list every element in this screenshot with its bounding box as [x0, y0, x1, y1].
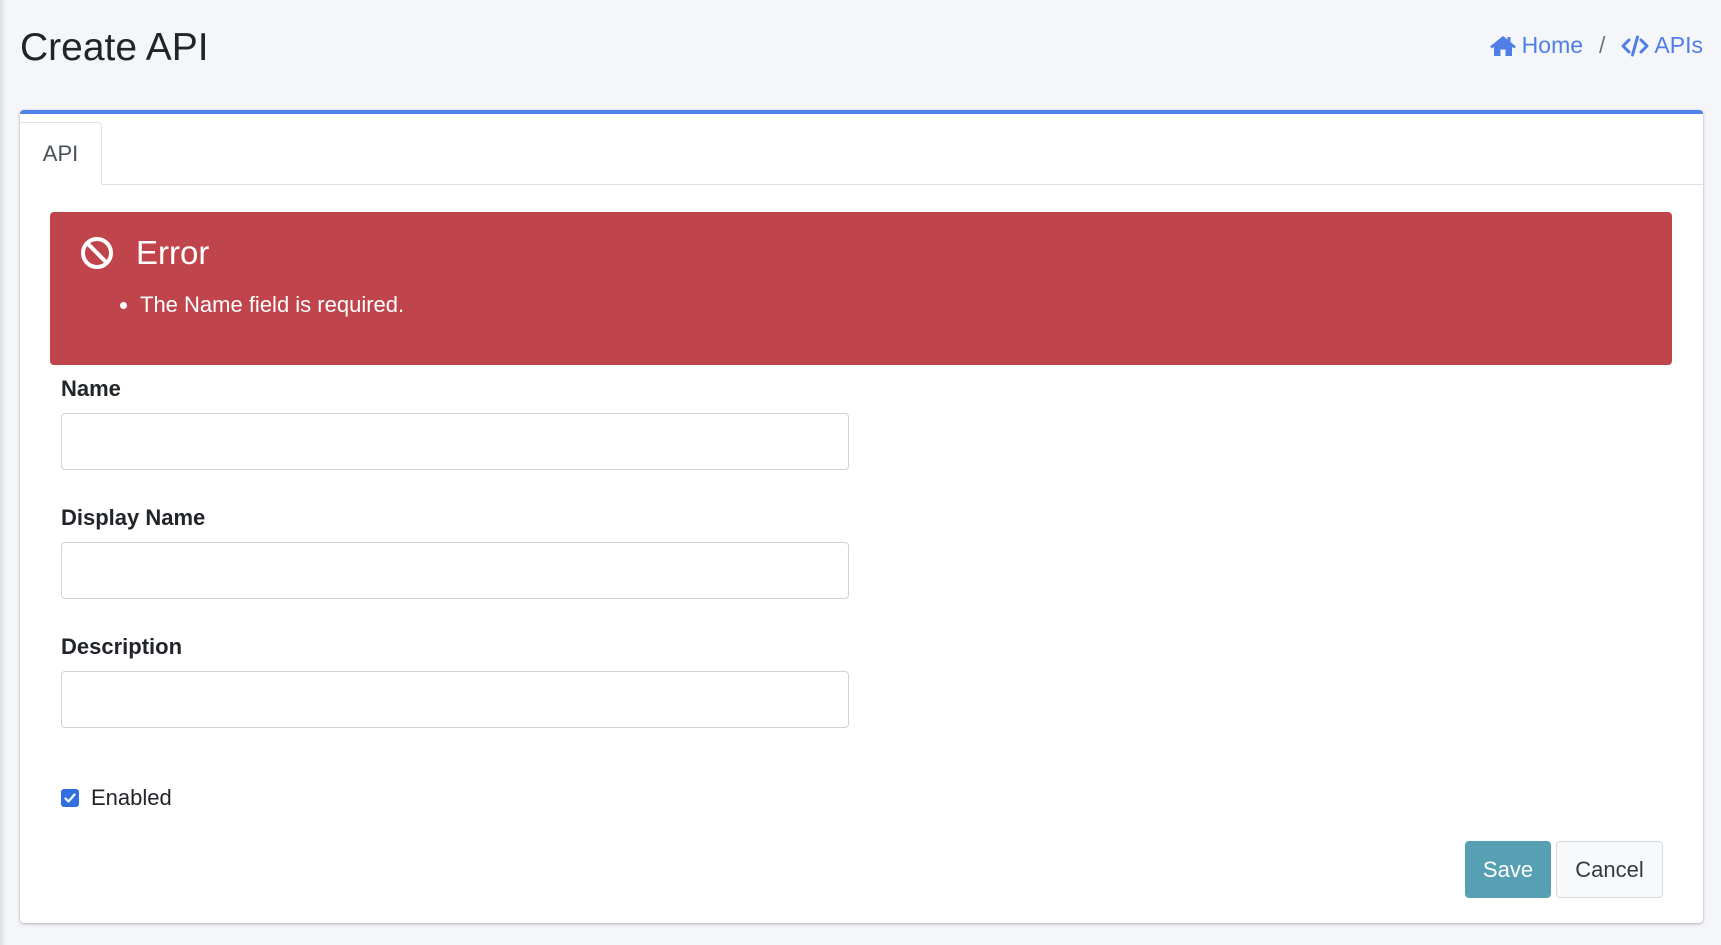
- breadcrumb-separator: /: [1599, 32, 1606, 58]
- description-form-group: Description: [61, 634, 849, 728]
- tab-api[interactable]: API: [20, 122, 102, 185]
- name-form-group: Name: [61, 376, 849, 470]
- name-label: Name: [61, 376, 121, 401]
- alert-heading-text: Error: [136, 234, 210, 271]
- breadcrumb-home-label: Home: [1521, 32, 1584, 58]
- page-title: Create API: [20, 26, 209, 69]
- breadcrumb-apis-link[interactable]: APIs: [1621, 32, 1703, 59]
- breadcrumb-home-link[interactable]: Home: [1489, 32, 1583, 59]
- alert-message-list: The Name field is required.: [112, 292, 404, 318]
- enabled-label: Enabled: [91, 785, 172, 810]
- display-name-form-group: Display Name: [61, 505, 849, 599]
- cancel-button[interactable]: Cancel: [1556, 841, 1663, 898]
- check-icon: [64, 793, 76, 803]
- breadcrumb-apis-label: APIs: [1654, 32, 1703, 58]
- alert-heading: Error: [80, 234, 209, 272]
- code-icon: [1621, 35, 1649, 56]
- display-name-label: Display Name: [61, 505, 206, 530]
- content-header: Create API Home / APIs: [20, 0, 1703, 100]
- create-api-card: API Error The Name field is required. Na…: [20, 110, 1703, 923]
- ban-icon: [81, 237, 113, 269]
- error-alert: Error The Name field is required.: [50, 212, 1672, 365]
- display-name-input[interactable]: [61, 542, 849, 599]
- description-input[interactable]: [61, 671, 849, 728]
- breadcrumb: Home / APIs: [1489, 32, 1703, 59]
- alert-message: The Name field is required.: [140, 292, 404, 318]
- sidebar-edge: [0, 0, 6, 945]
- description-label: Description: [61, 634, 183, 659]
- enabled-row: Enabled: [61, 785, 172, 811]
- tab-api-label: API: [42, 140, 79, 166]
- home-icon: [1489, 35, 1516, 56]
- save-button[interactable]: Save: [1465, 841, 1551, 898]
- enabled-checkbox[interactable]: [61, 789, 79, 807]
- tab-bar: API: [20, 114, 1703, 185]
- name-input[interactable]: [61, 413, 849, 470]
